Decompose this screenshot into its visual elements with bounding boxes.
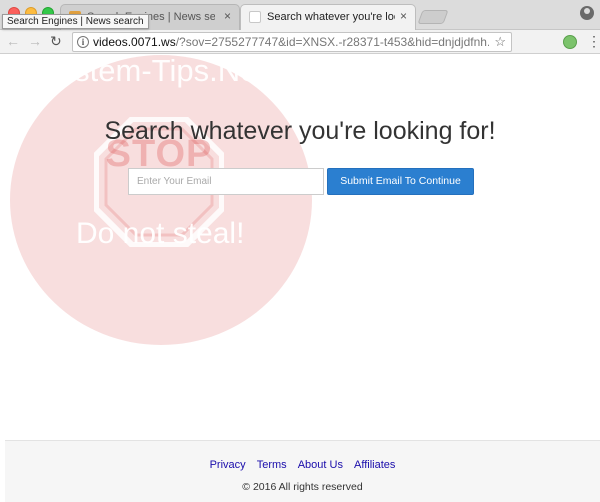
browser-toolbar: ← → ↻ i videos.0071.ws/?sov=2755277747&i… bbox=[0, 30, 600, 54]
page-content: System-Tips.Net STOP Do not steal! Searc… bbox=[0, 53, 600, 502]
page-headline: Search whatever you're looking for! bbox=[104, 117, 496, 145]
url-text[interactable]: videos.0071.ws/?sov=2755277747&id=XNSX.-… bbox=[93, 35, 489, 49]
tab-close-icon[interactable]: × bbox=[400, 9, 407, 23]
footer: Privacy Terms About Us Affiliates © 2016… bbox=[5, 440, 600, 502]
watermark-circle bbox=[10, 55, 312, 345]
submit-email-button[interactable]: Submit Email To Continue bbox=[327, 168, 474, 195]
tab-favicon-icon bbox=[249, 11, 261, 23]
watermark-bottom-text: Do not steal! bbox=[76, 217, 245, 250]
url-path: /?sov=2755277747&id=XNSX.-r28371-t453&hi… bbox=[175, 35, 489, 49]
watermark: System-Tips.Net STOP Do not steal! bbox=[10, 53, 312, 345]
tab-title: Search whatever you're looking for! bbox=[267, 11, 395, 23]
email-field[interactable] bbox=[128, 168, 324, 195]
extension-icon[interactable] bbox=[563, 35, 577, 49]
back-arrow-icon[interactable]: ← bbox=[6, 33, 20, 49]
tab-tooltip: Search Engines | News search bbox=[2, 14, 149, 29]
watermark-top-text: System-Tips.Net bbox=[38, 53, 266, 88]
footer-links: Privacy Terms About Us Affiliates bbox=[5, 459, 600, 471]
info-icon[interactable]: i bbox=[77, 36, 89, 48]
bookmark-star-icon[interactable]: ☆ bbox=[494, 34, 506, 50]
profile-icon[interactable] bbox=[580, 6, 594, 20]
footer-link-terms[interactable]: Terms bbox=[257, 459, 287, 471]
address-bar[interactable]: i videos.0071.ws/?sov=2755277747&id=XNSX… bbox=[72, 32, 512, 52]
new-tab-button[interactable] bbox=[417, 10, 449, 24]
tab-close-icon[interactable]: × bbox=[224, 9, 231, 23]
tab-search-whatever[interactable]: Search whatever you're looking for! × bbox=[240, 4, 416, 30]
reload-icon[interactable]: ↻ bbox=[50, 33, 62, 49]
footer-link-privacy[interactable]: Privacy bbox=[210, 459, 246, 471]
menu-dots-icon[interactable]: ⋮ bbox=[587, 33, 600, 49]
url-host: videos.0071.ws bbox=[93, 35, 176, 49]
footer-link-affiliates[interactable]: Affiliates bbox=[354, 459, 395, 471]
footer-link-about-us[interactable]: About Us bbox=[298, 459, 343, 471]
forward-arrow-icon[interactable]: → bbox=[28, 33, 42, 49]
copyright-text: © 2016 All rights reserved bbox=[242, 481, 363, 493]
